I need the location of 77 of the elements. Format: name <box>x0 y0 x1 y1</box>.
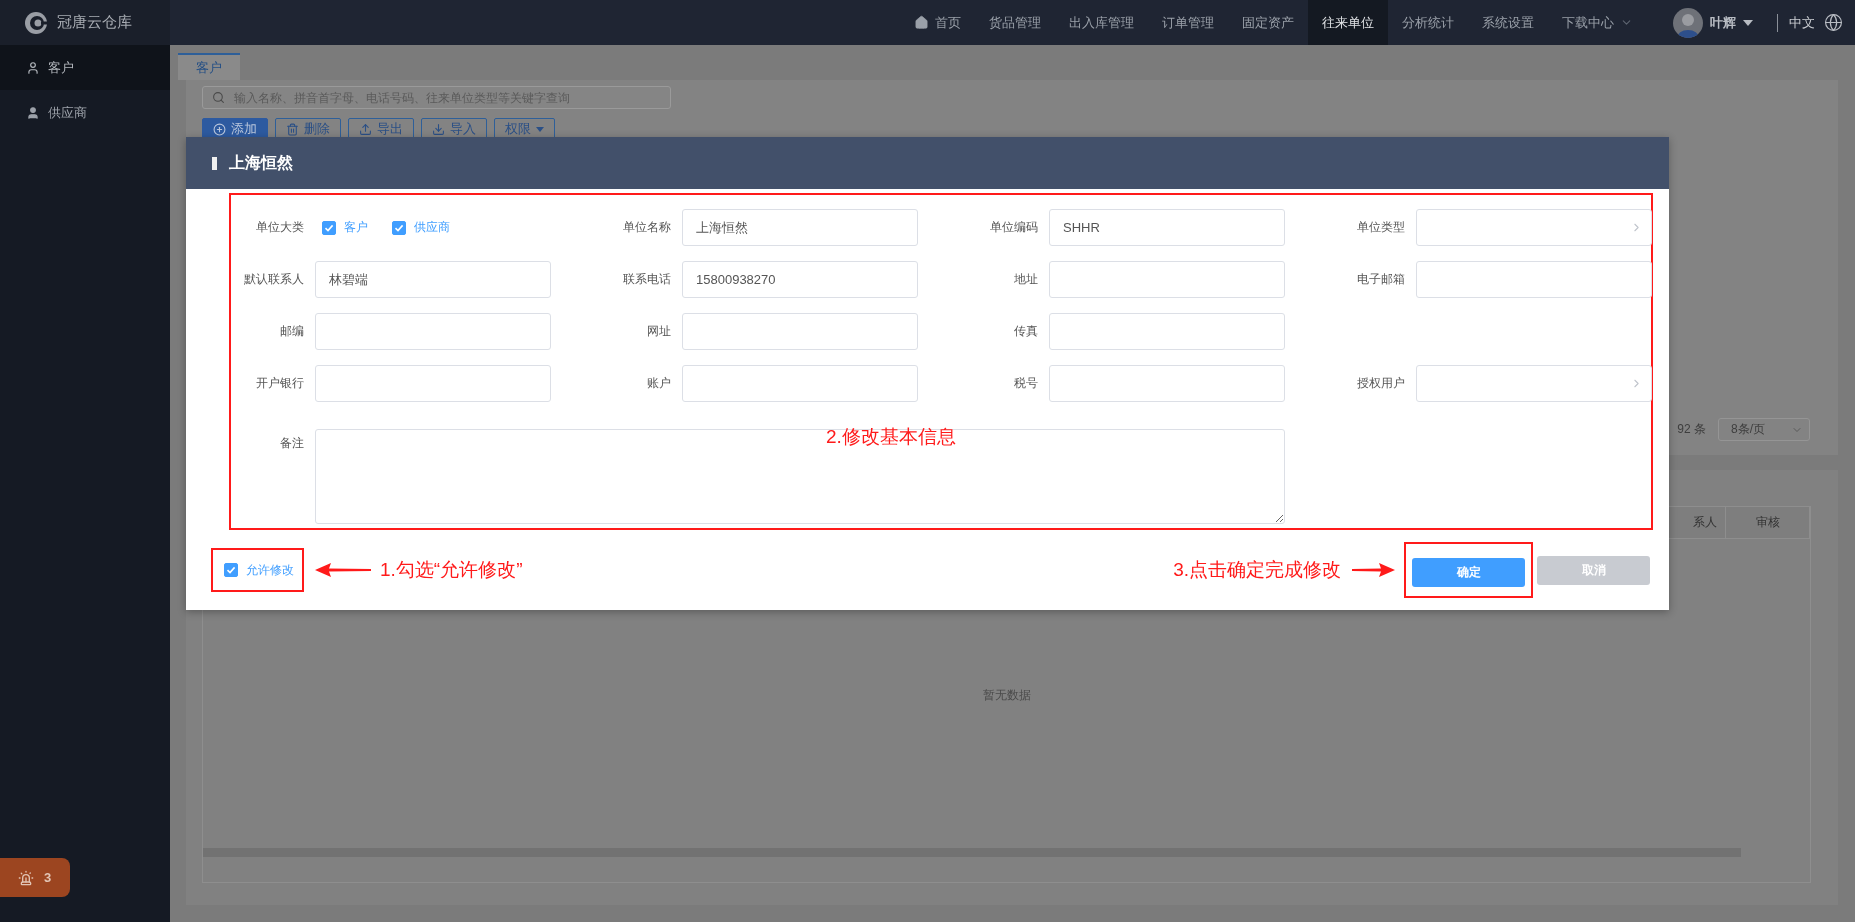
text-field[interactable] <box>1049 313 1285 350</box>
field-label: 单位大类 <box>255 219 304 236</box>
title-marker <box>212 156 217 170</box>
sidebar-item[interactable]: 供应商 <box>0 90 170 135</box>
pagination-total: 92 条 <box>1677 421 1706 438</box>
user-name[interactable]: 叶辉 <box>1710 13 1736 32</box>
nav-item[interactable]: 下载中心 <box>1548 0 1647 45</box>
sidebar-item[interactable]: 客户 <box>0 45 170 90</box>
field-label: 单位类型 <box>1356 219 1405 236</box>
language-label: 中文 <box>1789 13 1815 32</box>
checkbox-label: 供应商 <box>414 219 450 236</box>
field-label: 备注 <box>279 435 304 452</box>
alarm-button[interactable]: 3 <box>0 858 70 897</box>
text-field[interactable] <box>315 313 551 350</box>
button-icon <box>359 122 372 136</box>
logo-icon <box>24 10 48 35</box>
field-label: 联系电话 <box>622 271 671 288</box>
table-header-cell: 审核 <box>1726 507 1810 538</box>
search-icon <box>212 91 225 104</box>
text-field[interactable] <box>682 365 918 402</box>
checkbox-label: 允许修改 <box>246 561 294 579</box>
field-label: 默认联系人 <box>243 271 304 288</box>
button-icon <box>286 122 299 136</box>
text-field[interactable] <box>315 365 551 402</box>
text-field[interactable]: 上海恒然 <box>682 209 918 246</box>
field-label: 单位名称 <box>622 219 671 236</box>
toolbar-button[interactable]: 添加 <box>202 118 268 140</box>
checkbox[interactable] <box>392 220 406 235</box>
checkbox-label: 客户 <box>344 219 368 236</box>
field-label: 开户银行 <box>255 375 304 392</box>
nav-item[interactable]: 首页 <box>900 0 975 45</box>
nav-item[interactable]: 分析统计 <box>1388 0 1468 45</box>
select-field[interactable] <box>1416 209 1652 246</box>
nav-item[interactable]: 系统设置 <box>1468 0 1548 45</box>
user-icon <box>26 60 40 75</box>
dialog-title: 上海恒然 <box>229 152 293 173</box>
field-label: 传真 <box>1013 323 1038 340</box>
field-label: 账户 <box>646 375 671 392</box>
annotation-text: 3.点击确定完成修改 <box>1173 558 1341 582</box>
select-field[interactable] <box>1416 365 1652 402</box>
annotation-text: 1.勾选“允许修改” <box>380 558 523 582</box>
field-label: 地址 <box>1013 271 1038 288</box>
checkbox[interactable] <box>322 220 336 235</box>
field-label: 授权用户 <box>1356 375 1405 392</box>
checkbox[interactable] <box>224 563 238 577</box>
nav-item[interactable]: 货品管理 <box>975 0 1055 45</box>
nav-item[interactable]: 出入库管理 <box>1055 0 1148 45</box>
text-field[interactable]: 15800938270 <box>682 261 918 298</box>
home-icon <box>914 15 929 30</box>
annotation-arrow <box>315 563 371 577</box>
field-label: 电子邮箱 <box>1356 271 1405 288</box>
annotation-arrow <box>1352 563 1395 577</box>
app-name: 冠唐云仓库 <box>57 13 132 32</box>
text-field[interactable] <box>1049 365 1285 402</box>
nav-item[interactable]: 固定资产 <box>1228 0 1308 45</box>
nav-item[interactable]: 往来单位 <box>1308 0 1388 45</box>
field-label: 邮编 <box>279 323 304 340</box>
text-field[interactable] <box>1416 261 1652 298</box>
horizontal-scrollbar[interactable] <box>203 848 1741 857</box>
user-icon <box>26 105 40 120</box>
text-field[interactable] <box>682 313 918 350</box>
nav-item[interactable]: 订单管理 <box>1148 0 1228 45</box>
avatar-icon <box>1673 7 1703 38</box>
caret-icon <box>1743 19 1753 26</box>
alarm-icon <box>18 869 34 886</box>
annotation-text: 2.修改基本信息 <box>826 425 956 449</box>
globe-icon[interactable] <box>1824 13 1843 32</box>
text-field[interactable] <box>1049 261 1285 298</box>
button-icon <box>213 122 226 136</box>
field-label: 税号 <box>1013 375 1038 392</box>
remarks-field[interactable] <box>315 429 1285 524</box>
text-field[interactable]: SHHR <box>1049 209 1285 246</box>
caret-icon <box>536 126 544 132</box>
field-label: 网址 <box>646 323 671 340</box>
button-icon <box>432 122 445 136</box>
text-field[interactable]: 林碧端 <box>315 261 551 298</box>
field-label: 单位编码 <box>989 219 1038 236</box>
